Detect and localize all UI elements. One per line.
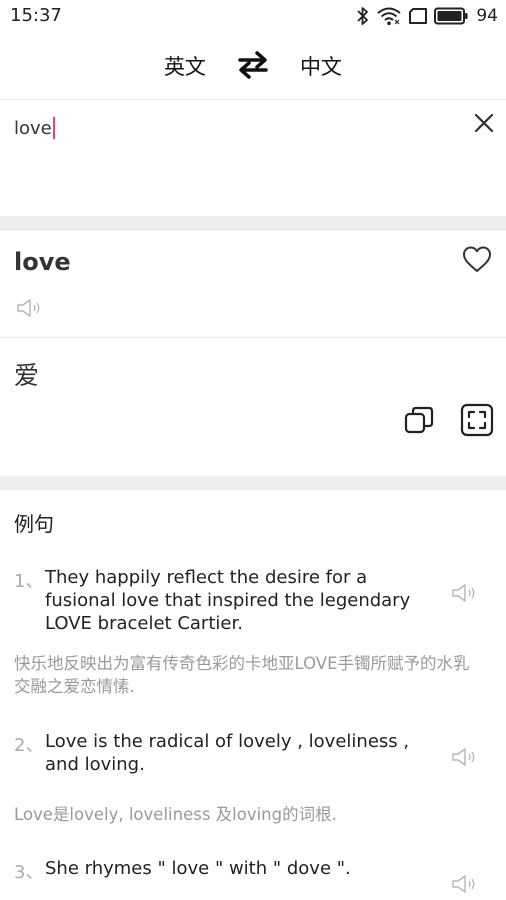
translation-input-area[interactable]: love <box>0 100 506 216</box>
swap-arrows-icon <box>238 51 268 79</box>
speaker-icon <box>17 299 40 317</box>
word-pronunciation-button[interactable] <box>16 297 44 319</box>
example-number: 2、 <box>14 735 44 756</box>
battery-icon <box>434 7 468 25</box>
query-input[interactable]: love <box>14 117 55 139</box>
divider <box>0 337 506 338</box>
example-pronunciation-button[interactable] <box>451 746 479 768</box>
battery-level: 94 <box>476 6 498 26</box>
example-pronunciation-button[interactable] <box>451 582 479 604</box>
text-caret <box>52 117 55 139</box>
fullscreen-button[interactable] <box>460 403 494 437</box>
result-word: love <box>14 248 71 276</box>
example-sentence: Love is the radical of lovely , loveline… <box>45 731 410 775</box>
source-language-button[interactable]: 英文 <box>164 51 206 81</box>
example-number: 3、 <box>14 862 44 883</box>
example-pronunciation-button[interactable] <box>451 873 479 895</box>
favorite-button[interactable] <box>461 244 493 274</box>
status-bar: 15:37 94 <box>0 0 506 32</box>
copy-icon <box>404 406 434 434</box>
speaker-icon <box>452 748 475 766</box>
example-sentence: They happily reflect the desire for a fu… <box>45 567 411 634</box>
heart-icon <box>463 246 491 272</box>
example-number: 1、 <box>14 571 44 592</box>
bluetooth-icon <box>357 7 369 25</box>
example-translation: 快乐地反映出为富有传奇色彩的卡地亚LOVE手镯所赋予的水乳交融之爱恋情愫. <box>14 654 470 696</box>
example-sentence: She rhymes " love " with " dove ". <box>45 858 351 879</box>
section-separator <box>0 216 506 231</box>
status-time: 15:37 <box>10 5 62 26</box>
fullscreen-icon <box>460 403 494 437</box>
status-icons: 94 <box>356 6 498 26</box>
example-translation: Love是lovely, loveliness 及loving的词根. <box>14 805 337 824</box>
examples-title: 例句 <box>14 512 54 536</box>
query-text: love <box>14 117 52 139</box>
speaker-icon <box>452 584 475 602</box>
translation-result: 爱 <box>14 361 40 390</box>
copy-button[interactable] <box>403 404 435 436</box>
speaker-icon <box>452 875 475 893</box>
clear-input-button[interactable] <box>470 109 498 137</box>
screen-rotation-icon <box>409 8 428 24</box>
language-bar: 英文 中文 <box>0 32 506 98</box>
target-language-button[interactable]: 中文 <box>300 51 342 81</box>
wifi-icon <box>377 7 401 26</box>
close-icon <box>474 113 494 133</box>
swap-languages-button[interactable] <box>237 50 269 80</box>
section-separator <box>0 476 506 490</box>
